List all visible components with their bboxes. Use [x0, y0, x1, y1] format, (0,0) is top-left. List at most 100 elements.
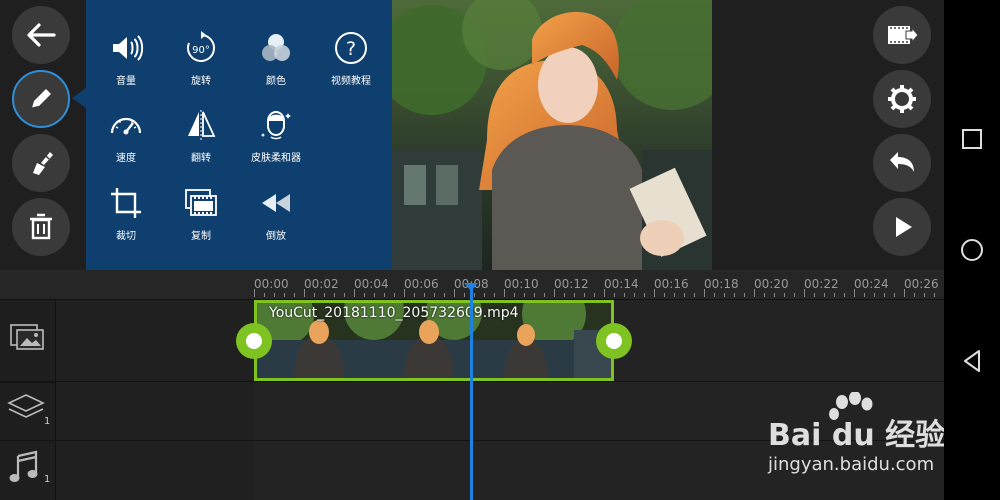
ruler-tick — [364, 293, 365, 297]
tool-label: 旋转 — [191, 76, 211, 87]
tick-label: 00:24 — [854, 277, 889, 291]
left-toolbar — [0, 0, 86, 270]
ruler-tick — [554, 289, 555, 297]
tick-label: 00:06 — [404, 277, 439, 291]
undo-icon — [890, 152, 914, 172]
brush-icon — [33, 152, 53, 175]
play-icon — [896, 217, 912, 237]
ruler-tick — [504, 289, 505, 297]
ruler-tick — [764, 293, 765, 297]
color-circles-icon — [256, 28, 296, 68]
ruler-tick — [854, 289, 855, 297]
music-note-icon[interactable] — [8, 450, 40, 488]
track-divider — [0, 382, 56, 383]
effects-button[interactable] — [12, 134, 70, 192]
tool-tutorial[interactable]: ? 视频教程 — [315, 28, 387, 98]
tool-skin-smoother[interactable]: 皮肤柔和器 — [240, 105, 312, 175]
tool-label: 复制 — [191, 231, 211, 242]
ruler-tick — [604, 289, 605, 297]
undo-button[interactable] — [873, 134, 931, 192]
ruler-tick — [664, 293, 665, 297]
ruler-tick — [444, 293, 445, 297]
back-nav-icon — [964, 350, 980, 372]
ruler-tick — [494, 293, 495, 297]
ruler-tick — [794, 293, 795, 297]
settings-button[interactable] — [873, 70, 931, 128]
edit-tools-panel: 音量 90° 旋转 颜色 ? 视频教程 速度 翻转 皮肤柔和器 裁切 复制 倒放 — [72, 0, 392, 270]
tick-label: 00:20 — [754, 277, 789, 291]
clip-trim-handle-right[interactable] — [596, 323, 632, 359]
right-toolbar — [712, 0, 944, 270]
preview-frame-image — [392, 0, 712, 270]
tool-volume[interactable]: 音量 — [90, 28, 162, 98]
svg-text:?: ? — [346, 38, 356, 60]
tool-rotate[interactable]: 90° 旋转 — [165, 28, 237, 98]
duplicate-icon — [181, 183, 221, 223]
ruler-tick — [304, 289, 305, 297]
ruler-tick — [874, 293, 875, 297]
help-icon: ? — [331, 28, 371, 68]
ruler-tick — [314, 293, 315, 297]
back-button[interactable] — [12, 6, 70, 64]
tool-reverse[interactable]: 倒放 — [240, 183, 312, 253]
rewind-icon — [256, 183, 296, 223]
speedometer-icon — [106, 105, 146, 145]
delete-button[interactable] — [12, 198, 70, 256]
ruler-tick — [834, 293, 835, 297]
ruler-tick — [544, 293, 545, 297]
ruler-tick — [564, 293, 565, 297]
ruler-tick — [524, 293, 525, 297]
tick-label: 00:18 — [704, 277, 739, 291]
export-button[interactable] — [873, 6, 931, 64]
tool-speed[interactable]: 速度 — [90, 105, 162, 175]
video-track-icon[interactable] — [10, 322, 46, 354]
ruler-tick — [624, 293, 625, 297]
tool-label: 音量 — [116, 76, 136, 87]
play-button[interactable] — [873, 198, 931, 256]
ruler-tick — [514, 293, 515, 297]
tool-duplicate[interactable]: 复制 — [165, 183, 237, 253]
clip-trim-handle-left[interactable] — [236, 323, 272, 359]
tool-label: 速度 — [116, 153, 136, 164]
ruler-tick — [474, 293, 475, 297]
video-clip[interactable]: YouCut_20181110_205732609.mp4 — [254, 300, 614, 381]
ruler-tick — [294, 293, 295, 297]
watermark-url: jingyan.baidu.com — [768, 454, 935, 475]
ruler-tick — [384, 293, 385, 297]
ruler-tick — [334, 293, 335, 297]
ruler-tick — [404, 289, 405, 297]
edit-button[interactable] — [12, 70, 70, 128]
ruler-tick — [934, 293, 935, 297]
ruler-tick — [274, 293, 275, 297]
playhead[interactable] — [470, 288, 473, 500]
ruler-tick — [614, 293, 615, 297]
tool-color[interactable]: 颜色 — [240, 28, 312, 98]
tick-label: 00:02 — [304, 277, 339, 291]
tool-flip[interactable]: 翻转 — [165, 105, 237, 175]
ruler-tick — [864, 293, 865, 297]
ruler-tick — [264, 293, 265, 297]
ruler-tick — [814, 293, 815, 297]
home-button[interactable] — [958, 236, 986, 264]
ruler-tick — [644, 293, 645, 297]
layers-track-count: 1 — [44, 416, 51, 427]
svg-text:90°: 90° — [192, 45, 210, 56]
tick-label: 00:22 — [804, 277, 839, 291]
video-editor-app: 音量 90° 旋转 颜色 ? 视频教程 速度 翻转 皮肤柔和器 裁切 复制 倒放… — [0, 0, 1000, 500]
tick-label: 00:12 — [554, 277, 589, 291]
ruler-tick — [374, 293, 375, 297]
video-preview[interactable] — [392, 0, 712, 270]
ruler-tick — [484, 293, 485, 297]
export-film-icon — [888, 26, 919, 44]
back-nav-button[interactable] — [958, 347, 986, 375]
watermark-brand: Bai du 经验 — [768, 418, 946, 453]
face-icon — [256, 105, 296, 145]
ruler-tick — [684, 293, 685, 297]
recents-button[interactable] — [958, 125, 986, 153]
tool-crop[interactable]: 裁切 — [90, 183, 162, 253]
ruler-tick — [464, 293, 465, 297]
ruler-tick — [424, 293, 425, 297]
tool-label: 视频教程 — [331, 76, 371, 87]
layers-icon[interactable] — [6, 392, 46, 428]
android-nav-bar — [944, 0, 1000, 500]
